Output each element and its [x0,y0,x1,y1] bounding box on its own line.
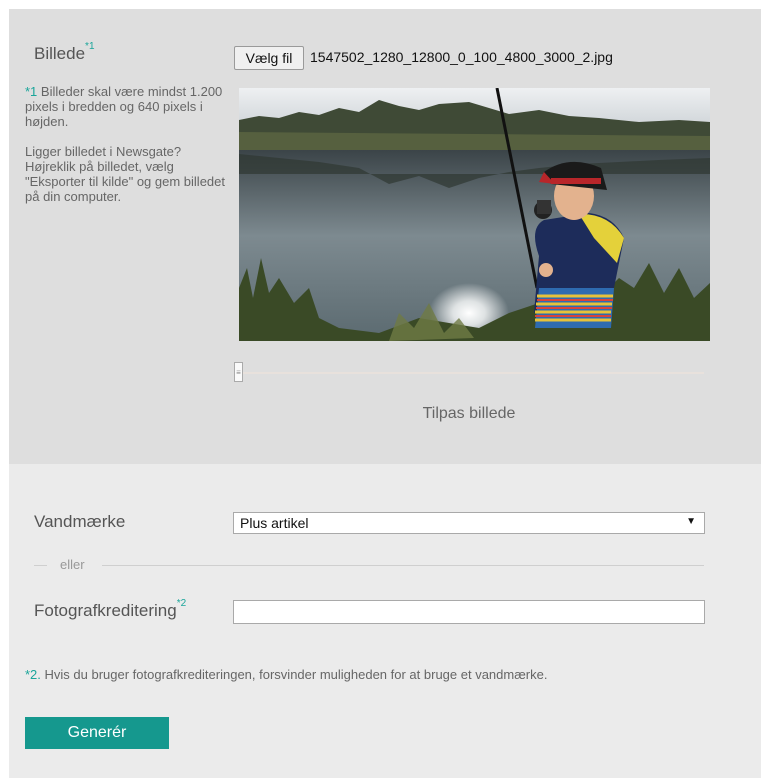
divider-line-right [102,565,704,566]
image-requirements-text: *1 Billeder skal være mindst 1.200 pixel… [25,84,223,129]
image-help: *1 Billeder skal være mindst 1.200 pixel… [25,84,230,204]
file-name: 1547502_1280_12800_0_100_4800_3000_2.jpg [310,49,613,65]
photo-credit-footnote: *2. Hvis du bruger fotografkrediteringen… [25,667,548,682]
image-label-note: *1 [85,41,95,52]
newsgate-help-text: Ligger billedet i Newsgate? Højreklik på… [25,144,225,204]
divider-line-left [34,565,47,566]
boy-fishing-photo [239,88,710,341]
photo-credit-input[interactable] [233,600,705,624]
help-note-marker: *1 [25,84,38,99]
footnote-marker: *2. [25,667,41,682]
or-divider-text: eller [60,557,85,572]
image-fit-slider-track[interactable] [234,372,704,374]
generate-button[interactable]: Generér [25,717,169,749]
watermark-selected-value: Plus artikel [240,515,309,531]
image-preview[interactable] [239,88,710,341]
watermark-label: Vandmærke [34,512,126,531]
image-label: Billede*1 [34,41,95,63]
choose-file-button[interactable]: Vælg fil [234,46,304,70]
photo-credit-label: Fotografkreditering*2 [34,598,187,620]
fit-image-label: Tilpas billede [422,405,516,422]
slider-grip-icon: ≡ [236,367,241,377]
chevron-down-icon: ▼ [686,516,696,527]
photo-credit-label-note: *2 [176,598,187,609]
watermark-select[interactable]: Plus artikel ▼ [233,512,705,534]
image-fit-slider-handle[interactable]: ≡ [234,362,243,382]
